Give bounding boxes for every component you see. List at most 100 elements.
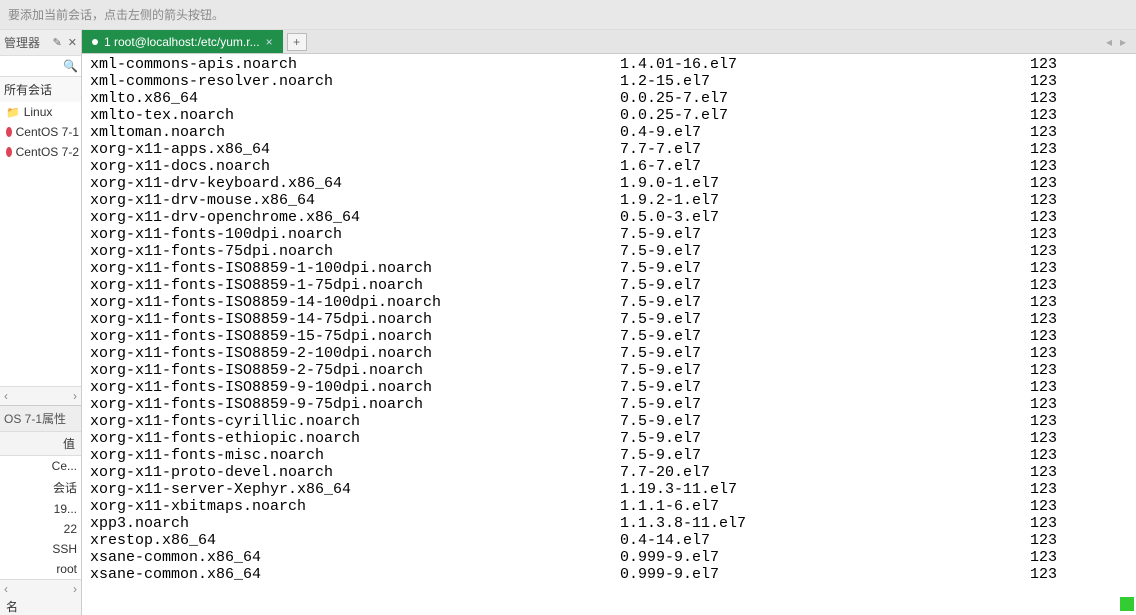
- package-row: xorg-x11-fonts-ISO8859-1-75dpi.noarch7.5…: [90, 277, 1136, 294]
- package-repo: 123: [1030, 396, 1136, 413]
- package-repo: 123: [1030, 175, 1136, 192]
- package-version: 1.1.1-6.el7: [620, 498, 1030, 515]
- package-name: xorg-x11-fonts-100dpi.noarch: [90, 226, 620, 243]
- package-row: xsane-common.x86_640.999-9.el7123: [90, 549, 1136, 566]
- package-row: xorg-x11-fonts-ISO8859-14-75dpi.noarch7.…: [90, 311, 1136, 328]
- property-row: 19...: [0, 499, 81, 519]
- tab-close-icon[interactable]: ×: [266, 35, 273, 49]
- pin-icon[interactable]: ✎: [53, 36, 62, 49]
- package-row: xorg-x11-fonts-ISO8859-14-100dpi.noarch7…: [90, 294, 1136, 311]
- package-version: 1.1.3.8-11.el7: [620, 515, 1030, 532]
- package-row: xorg-x11-apps.x86_647.7-7.el7123: [90, 141, 1136, 158]
- package-repo: 123: [1030, 124, 1136, 141]
- sidebar: 管理器 ✎ ✕ 🔍 所有会话 📁 Linux CentOS 7-1 CentOS 7-…: [0, 30, 82, 615]
- package-name: xml-commons-apis.noarch: [90, 56, 620, 73]
- package-name: xrestop.x86_64: [90, 532, 620, 549]
- manager-header: 管理器 ✎ ✕: [0, 30, 81, 56]
- property-row: root: [0, 559, 81, 579]
- package-repo: 123: [1030, 311, 1136, 328]
- package-version: 7.7-7.el7: [620, 141, 1030, 158]
- package-row: xml-commons-apis.noarch1.4.01-16.el7123: [90, 56, 1136, 73]
- package-version: 7.5-9.el7: [620, 311, 1030, 328]
- package-row: xrestop.x86_640.4-14.el7123: [90, 532, 1136, 549]
- package-row: xmltoman.noarch0.4-9.el7123: [90, 124, 1136, 141]
- sessions-title: 所有会话: [0, 77, 81, 102]
- package-name: xorg-x11-fonts-ISO8859-9-100dpi.noarch: [90, 379, 620, 396]
- property-value: root: [4, 562, 77, 576]
- package-name: xorg-x11-docs.noarch: [90, 158, 620, 175]
- package-name: xorg-x11-fonts-ISO8859-14-75dpi.noarch: [90, 311, 620, 328]
- package-repo: 123: [1030, 345, 1136, 362]
- tree-item-linux[interactable]: 📁 Linux: [0, 102, 81, 122]
- package-repo: 123: [1030, 498, 1136, 515]
- scroll-right-icon[interactable]: ›: [73, 582, 77, 596]
- package-repo: 123: [1030, 430, 1136, 447]
- package-name: xorg-x11-fonts-ISO8859-1-100dpi.noarch: [90, 260, 620, 277]
- package-repo: 123: [1030, 532, 1136, 549]
- package-row: xorg-x11-fonts-ISO8859-2-100dpi.noarch7.…: [90, 345, 1136, 362]
- package-version: 7.5-9.el7: [620, 226, 1030, 243]
- package-name: xorg-x11-fonts-ISO8859-1-75dpi.noarch: [90, 277, 620, 294]
- close-pane-icon[interactable]: ✕: [68, 36, 77, 49]
- folder-icon: 📁: [6, 106, 20, 119]
- package-row: xorg-x11-fonts-ISO8859-9-75dpi.noarch7.5…: [90, 396, 1136, 413]
- scroll-left-icon[interactable]: ‹: [4, 389, 8, 403]
- tree-label: Linux: [24, 105, 53, 119]
- package-name: xorg-x11-fonts-misc.noarch: [90, 447, 620, 464]
- properties-header: OS 7-1属性: [0, 405, 81, 432]
- package-version: 1.6-7.el7: [620, 158, 1030, 175]
- package-row: xml-commons-resolver.noarch1.2-15.el7123: [90, 73, 1136, 90]
- package-version: 0.4-14.el7: [620, 532, 1030, 549]
- tab-prev-icon[interactable]: ◂: [1106, 35, 1112, 49]
- tab-next-icon[interactable]: ▸: [1120, 35, 1126, 49]
- package-name: xmltoman.noarch: [90, 124, 620, 141]
- package-name: xorg-x11-fonts-cyrillic.noarch: [90, 413, 620, 430]
- package-repo: 123: [1030, 379, 1136, 396]
- scroll-left-icon[interactable]: ‹: [4, 582, 8, 596]
- search-icon[interactable]: 🔍: [63, 59, 78, 73]
- package-repo: 123: [1030, 277, 1136, 294]
- manager-title: 管理器: [4, 34, 40, 51]
- terminal-output[interactable]: xml-commons-apis.noarch1.4.01-16.el7123x…: [82, 54, 1136, 615]
- scroll-right-icon[interactable]: ›: [73, 389, 77, 403]
- package-version: 7.5-9.el7: [620, 260, 1030, 277]
- package-name: xorg-x11-fonts-ISO8859-2-75dpi.noarch: [90, 362, 620, 379]
- package-repo: 123: [1030, 90, 1136, 107]
- tree-scroll[interactable]: ‹ ›: [0, 386, 81, 405]
- package-row: xorg-x11-proto-devel.noarch7.7-20.el7123: [90, 464, 1136, 481]
- package-version: 1.2-15.el7: [620, 73, 1030, 90]
- package-row: xmlto-tex.noarch0.0.25-7.el7123: [90, 107, 1136, 124]
- package-row: xorg-x11-drv-openchrome.x86_640.5.0-3.el…: [90, 209, 1136, 226]
- package-row: xorg-x11-fonts-ISO8859-9-100dpi.noarch7.…: [90, 379, 1136, 396]
- property-value: SSH: [4, 542, 77, 556]
- package-name: xorg-x11-fonts-ISO8859-9-75dpi.noarch: [90, 396, 620, 413]
- package-name: xmlto.x86_64: [90, 90, 620, 107]
- package-row: xorg-x11-fonts-100dpi.noarch7.5-9.el7123: [90, 226, 1136, 243]
- package-row: xorg-x11-drv-mouse.x86_641.9.2-1.el7123: [90, 192, 1136, 209]
- terminal-scrollbar-thumb[interactable]: [1120, 597, 1134, 611]
- package-version: 0.999-9.el7: [620, 549, 1030, 566]
- tree-item-centos-7-1[interactable]: CentOS 7-1: [0, 122, 81, 142]
- package-row: xorg-x11-server-Xephyr.x86_641.19.3-11.e…: [90, 481, 1136, 498]
- property-row: 会话: [0, 476, 81, 499]
- property-row: SSH: [0, 539, 81, 559]
- package-version: 7.5-9.el7: [620, 362, 1030, 379]
- package-version: 7.5-9.el7: [620, 396, 1030, 413]
- package-version: 7.5-9.el7: [620, 243, 1030, 260]
- package-row: xorg-x11-drv-keyboard.x86_641.9.0-1.el71…: [90, 175, 1136, 192]
- property-row: Ce...: [0, 456, 81, 476]
- tree-item-centos-7-2[interactable]: CentOS 7-2: [0, 142, 81, 162]
- package-row: xorg-x11-fonts-misc.noarch7.5-9.el7123: [90, 447, 1136, 464]
- package-repo: 123: [1030, 549, 1136, 566]
- search-row[interactable]: 🔍: [0, 56, 81, 77]
- add-tab-button[interactable]: +: [287, 33, 307, 51]
- package-repo: 123: [1030, 158, 1136, 175]
- tab-active[interactable]: 1 root@localhost:/etc/yum.r... ×: [82, 30, 283, 53]
- package-version: 7.5-9.el7: [620, 294, 1030, 311]
- host-icon: [6, 127, 12, 137]
- props-scroll[interactable]: ‹ ›: [0, 579, 81, 598]
- content-area: 1 root@localhost:/etc/yum.r... × + ◂ ▸ x…: [82, 30, 1136, 615]
- package-name: xorg-x11-xbitmaps.noarch: [90, 498, 620, 515]
- tree-label: CentOS 7-1: [16, 125, 79, 139]
- package-row: xorg-x11-docs.noarch1.6-7.el7123: [90, 158, 1136, 175]
